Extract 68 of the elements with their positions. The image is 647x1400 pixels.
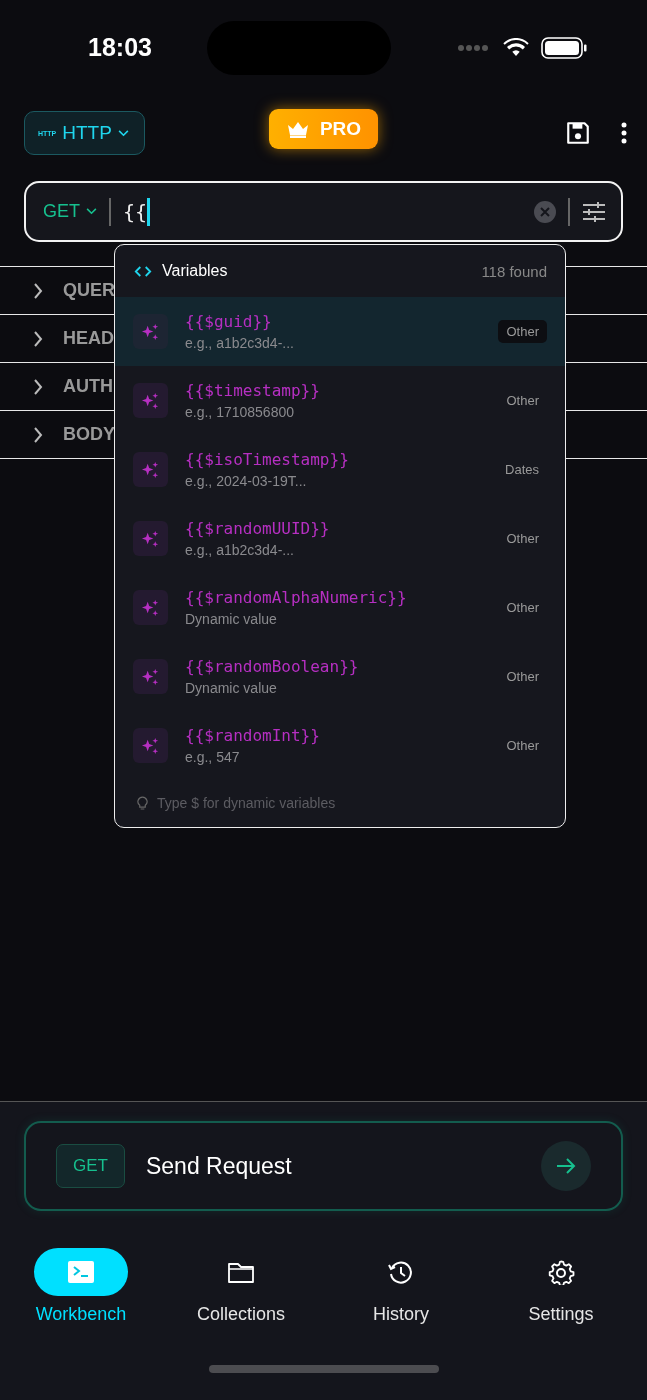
terminal-icon [67,1259,95,1285]
variable-name: {{$randomBoolean}} [185,657,360,676]
sliders-icon[interactable] [582,200,606,223]
category-label: Other [505,668,540,686]
chevron-right-icon [33,378,43,395]
arrow-right-icon [556,1157,576,1175]
variable-name: {{$randomUUID}} [185,519,331,538]
category-label: Other [505,530,540,548]
variable-name: {{$randomAlphaNumeric}} [185,588,408,607]
status-time: 18:03 [88,33,152,62]
category-label: Other [505,599,540,617]
variable-example: e.g., 547 [185,749,241,765]
chevron-down-icon [86,208,97,215]
settings-icon [547,1259,575,1285]
variable-item[interactable]: {{$timestamp}} e.g., 1710856800 Other [115,366,565,435]
sparkle-icon [141,460,160,479]
signal-icon [457,43,491,52]
hint-text: Type $ for dynamic variables [157,795,336,811]
variable-item[interactable]: {{$randomUUID}} e.g., a1b2c3d4-... Other [115,504,565,573]
variable-item[interactable]: {{$guid}} e.g., a1b2c3d4-... Other [115,297,565,366]
crown-icon [285,120,310,138]
send-request-button[interactable]: GET Send Request [24,1121,623,1211]
code-icon [134,264,152,278]
variable-example: Dynamic value [185,611,278,627]
battery-icon [541,36,587,59]
nav-tab[interactable]: Settings [481,1248,641,1325]
sparkle-icon [141,736,160,755]
variable-example: e.g., a1b2c3d4-... [185,542,295,558]
more-icon[interactable] [621,122,627,144]
sparkle-icon [141,529,160,548]
text-cursor [147,197,151,226]
url-text: {{ [123,199,148,224]
variable-name: {{$randomInt}} [185,726,321,745]
variable-item[interactable]: {{$randomInt}} e.g., 547 Other [115,711,565,780]
variable-example: e.g., 1710856800 [185,404,295,420]
popup-title: Variables [162,262,228,280]
sparkle-icon [141,391,160,410]
variable-name: {{$guid}} [185,312,273,331]
variable-name: {{$isoTimestamp}} [185,450,350,469]
sparkle-icon [141,667,160,686]
lightbulb-icon [137,795,148,811]
nav-tab[interactable]: Workbench [1,1248,161,1325]
url-field[interactable]: GET {{ [24,181,623,242]
variable-name: {{$timestamp}} [185,381,321,400]
variable-example: Dynamic value [185,680,278,696]
sparkle-icon [141,598,160,617]
method-badge: GET [56,1144,125,1188]
category-label: Other [505,737,540,755]
save-icon[interactable] [565,120,591,146]
category-label: Other [498,320,547,343]
variable-item[interactable]: {{$randomBoolean}} Dynamic value Other [115,642,565,711]
category-label: Dates [504,461,540,479]
sparkle-icon [141,322,160,341]
chevron-down-icon [117,129,129,137]
wifi-icon [503,38,529,57]
variable-example: e.g., 2024-03-19T... [185,473,308,489]
history-icon [387,1259,415,1285]
result-count: 118 found [481,262,547,280]
category-label: Other [505,392,540,410]
nav-tab[interactable]: Collections [161,1248,321,1325]
chevron-right-icon [33,330,43,347]
variable-example: e.g., a1b2c3d4-... [185,335,295,351]
chevron-right-icon [33,426,43,443]
chevron-right-icon [33,282,43,299]
variable-item[interactable]: {{$isoTimestamp}} e.g., 2024-03-19T... Dates [115,435,565,504]
method-selector[interactable]: GET [43,201,97,222]
variable-item[interactable]: {{$randomAlphaNumeric}} Dynamic value Other [115,573,565,642]
nav-tab[interactable]: History [321,1248,481,1325]
